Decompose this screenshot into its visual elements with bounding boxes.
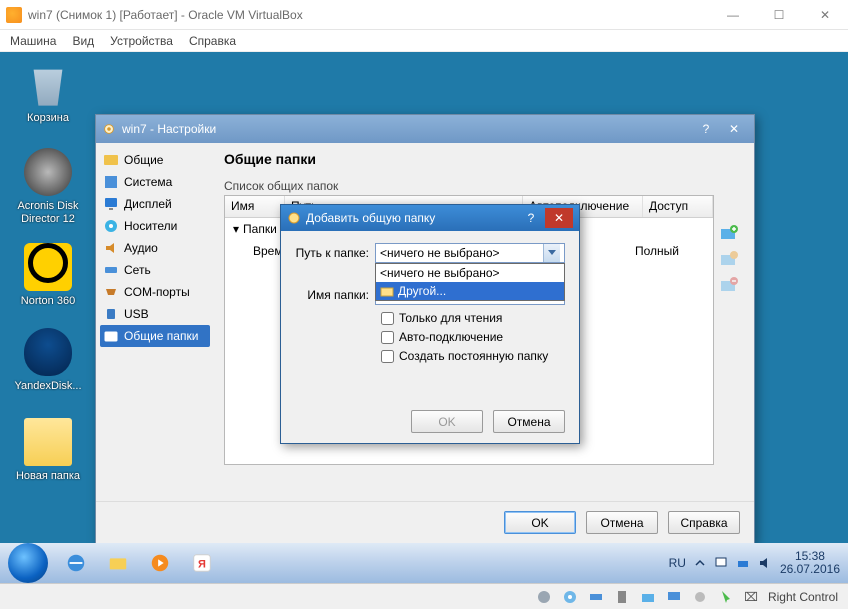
category-network[interactable]: Сеть bbox=[100, 259, 210, 281]
col-name[interactable]: Имя bbox=[225, 196, 285, 217]
status-display-icon[interactable] bbox=[666, 589, 682, 605]
dropdown-item-other[interactable]: Другой... bbox=[376, 282, 564, 300]
system-tray: RU 15:3826.07.2016 bbox=[669, 550, 840, 576]
category-audio[interactable]: Аудио bbox=[100, 237, 210, 259]
readonly-checkbox[interactable] bbox=[381, 312, 394, 325]
start-button[interactable] bbox=[8, 543, 48, 583]
automount-label: Авто-подключение bbox=[399, 330, 503, 344]
host-key-label: Right Control bbox=[768, 590, 838, 604]
add-share-ok-button[interactable]: OK bbox=[411, 410, 483, 433]
name-label: Имя папки: bbox=[295, 288, 375, 302]
gear-icon bbox=[102, 122, 116, 136]
settings-close-button[interactable]: ✕ bbox=[720, 119, 748, 139]
list-label: Список общих папок bbox=[224, 179, 744, 193]
add-folder-icon[interactable] bbox=[719, 223, 739, 243]
tray-flag-icon[interactable] bbox=[714, 556, 728, 570]
settings-help-button[interactable]: Справка bbox=[668, 511, 740, 534]
menu-devices[interactable]: Устройства bbox=[110, 34, 173, 48]
host-titlebar: win7 (Снимок 1) [Работает] - Oracle VM V… bbox=[0, 0, 848, 30]
category-usb[interactable]: USB bbox=[100, 303, 210, 325]
add-share-help-button[interactable]: ? bbox=[517, 208, 545, 228]
host-menubar: Машина Вид Устройства Справка bbox=[0, 30, 848, 52]
desktop-icon-new-folder[interactable]: Новая папка bbox=[10, 418, 86, 483]
tray-network-icon[interactable] bbox=[736, 556, 750, 570]
col-access[interactable]: Доступ bbox=[643, 196, 713, 217]
settings-footer: OK Отмена Справка bbox=[96, 501, 754, 543]
add-share-dialog: Добавить общую папку ? ✕ Путь к папке: <… bbox=[280, 204, 580, 444]
status-usb-icon[interactable] bbox=[614, 589, 630, 605]
host-statusbar: ⌧ Right Control bbox=[0, 583, 848, 609]
tray-chevron-up-icon[interactable] bbox=[694, 557, 706, 569]
category-list: Общие Система Дисплей Носители Аудио Сет… bbox=[96, 143, 214, 501]
tray-volume-icon[interactable] bbox=[758, 556, 772, 570]
category-storage[interactable]: Носители bbox=[100, 215, 210, 237]
status-recording-icon[interactable] bbox=[692, 589, 708, 605]
category-shared-folders[interactable]: Общие папки bbox=[100, 325, 210, 347]
app-icon bbox=[6, 7, 22, 23]
host-title: win7 (Снимок 1) [Работает] - Oracle VM V… bbox=[28, 8, 710, 22]
category-general[interactable]: Общие bbox=[100, 149, 210, 171]
automount-checkbox[interactable] bbox=[381, 331, 394, 344]
status-shared-folders-icon[interactable] bbox=[640, 589, 656, 605]
desktop-icon-norton[interactable]: Norton 360 bbox=[10, 238, 86, 308]
status-disk-icon[interactable] bbox=[536, 589, 552, 605]
page-heading: Общие папки bbox=[224, 151, 744, 167]
add-share-title: Добавить общую папку bbox=[306, 211, 517, 225]
category-com-ports[interactable]: COM-порты bbox=[100, 281, 210, 303]
readonly-label: Только для чтения bbox=[399, 311, 502, 325]
minimize-button[interactable]: — bbox=[710, 0, 756, 30]
settings-ok-button[interactable]: OK bbox=[504, 511, 576, 534]
tray-clock[interactable]: 15:3826.07.2016 bbox=[780, 550, 840, 576]
settings-titlebar[interactable]: win7 - Настройки ? ✕ bbox=[96, 115, 754, 143]
category-display[interactable]: Дисплей bbox=[100, 193, 210, 215]
chevron-down-icon[interactable] bbox=[543, 244, 560, 262]
taskbar-media-player[interactable] bbox=[140, 547, 180, 579]
desktop-icon-yandexdisk[interactable]: YandexDisk... bbox=[10, 328, 86, 393]
menu-view[interactable]: Вид bbox=[72, 34, 94, 48]
taskbar-explorer[interactable] bbox=[98, 547, 138, 579]
settings-title: win7 - Настройки bbox=[122, 122, 692, 136]
status-optical-icon[interactable] bbox=[562, 589, 578, 605]
folder-path-combo[interactable]: <ничего не выбрано> <ничего не выбрано> … bbox=[375, 243, 565, 263]
add-share-cancel-button[interactable]: Отмена bbox=[493, 410, 565, 433]
desktop-icon-recycle-bin[interactable]: Корзина bbox=[10, 60, 86, 125]
tray-language[interactable]: RU bbox=[669, 556, 686, 570]
add-share-close-button[interactable]: ✕ bbox=[545, 208, 573, 228]
guest-taskbar: Я RU 15:3826.07.2016 bbox=[0, 543, 848, 583]
folder-path-dropdown: <ничего не выбрано> Другой... bbox=[375, 263, 565, 301]
guest-desktop: Корзина Acronis Disk Director 12 Norton … bbox=[0, 52, 848, 583]
permanent-label: Создать постоянную папку bbox=[399, 349, 548, 363]
taskbar-ie[interactable] bbox=[56, 547, 96, 579]
svg-text:Я: Я bbox=[198, 559, 206, 571]
status-network-icon[interactable] bbox=[588, 589, 604, 605]
dropdown-item-none[interactable]: <ничего не выбрано> bbox=[376, 264, 564, 282]
remove-folder-icon[interactable] bbox=[719, 275, 739, 295]
desktop-icon-acronis[interactable]: Acronis Disk Director 12 bbox=[10, 148, 86, 226]
maximize-button[interactable]: ☐ bbox=[756, 0, 802, 30]
status-mouse-icon[interactable] bbox=[718, 589, 734, 605]
settings-help-button[interactable]: ? bbox=[692, 119, 720, 139]
settings-cancel-button[interactable]: Отмена bbox=[586, 511, 658, 534]
gear-icon bbox=[287, 211, 301, 225]
shared-folder-tools bbox=[714, 195, 744, 465]
edit-folder-icon[interactable] bbox=[719, 249, 739, 269]
path-label: Путь к папке: bbox=[295, 246, 375, 260]
menu-help[interactable]: Справка bbox=[189, 34, 236, 48]
menu-machine[interactable]: Машина bbox=[10, 34, 56, 48]
add-share-titlebar[interactable]: Добавить общую папку ? ✕ bbox=[281, 205, 579, 231]
folder-icon bbox=[380, 284, 394, 298]
category-system[interactable]: Система bbox=[100, 171, 210, 193]
permanent-checkbox[interactable] bbox=[381, 350, 394, 363]
close-button[interactable]: ✕ bbox=[802, 0, 848, 30]
taskbar-yandex[interactable]: Я bbox=[182, 547, 222, 579]
